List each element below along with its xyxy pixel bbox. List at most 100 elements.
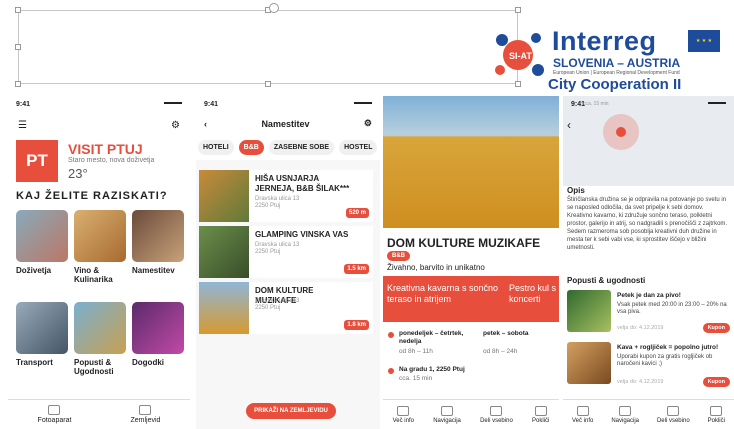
- phone-icon: [710, 405, 723, 416]
- category-badge: B&B: [387, 251, 410, 261]
- explore-heading: KAJ ŽELITE RAZISKATI?: [16, 190, 168, 202]
- nav-map[interactable]: Zemljevid: [130, 405, 161, 424]
- tile-dogodki[interactable]: [132, 302, 184, 354]
- tab-hoteli[interactable]: HOTELI: [198, 140, 234, 155]
- action-more-info[interactable]: Več info: [392, 405, 414, 424]
- signal-icon: [354, 101, 372, 107]
- resize-handle[interactable]: [265, 81, 271, 87]
- status-time: 9:41: [204, 100, 219, 108]
- offer-text: Uporabi kupon za gratis rogljiček ob nar…: [617, 354, 713, 367]
- eu-flag-icon: ★ ★ ★: [688, 30, 720, 52]
- tile-transport[interactable]: [16, 302, 68, 354]
- tile-namestitev[interactable]: [132, 210, 184, 262]
- camera-icon: [48, 405, 61, 415]
- hours-days: petek – sobota: [483, 330, 529, 338]
- rotate-handle[interactable]: [269, 3, 279, 13]
- action-call[interactable]: Pokliči: [532, 405, 550, 424]
- list-item[interactable]: HIŠA USNJARJA JERNEJA, B&B ŠILAK*** Drav…: [199, 170, 373, 222]
- map-distance: cca. 15 min: [583, 101, 609, 107]
- selection-frame[interactable]: [15, 7, 521, 87]
- card-image: [199, 282, 249, 334]
- action-label: Več info: [571, 417, 594, 424]
- card-address: Dravska ulica 13: [255, 298, 300, 304]
- card-title: HIŠA USNJARJA JERNEJA, B&B ŠILAK***: [255, 174, 350, 193]
- coupon-button[interactable]: Kupon: [702, 377, 730, 387]
- resize-handle[interactable]: [15, 44, 21, 50]
- menu-icon[interactable]: ☰: [18, 120, 27, 131]
- tile-label: Popusti & Ugodnosti: [74, 358, 114, 376]
- share-icon: [490, 405, 503, 416]
- venue-distance: cca. 15 min: [399, 375, 433, 382]
- action-share[interactable]: Deli vsebino: [480, 405, 513, 424]
- action-label: Več info: [392, 417, 414, 424]
- resize-handle[interactable]: [515, 7, 521, 13]
- status-time: 9:41: [16, 100, 31, 108]
- action-more-info[interactable]: Več info: [571, 405, 594, 424]
- home-toolbar: ☰ ⚙: [8, 112, 190, 135]
- nav-label: Zemljevid: [130, 417, 161, 424]
- action-navigation[interactable]: Navigacija: [611, 405, 639, 424]
- action-label: Pokliči: [532, 417, 550, 424]
- action-share[interactable]: Deli vsebino: [656, 405, 690, 424]
- promo-text-next: Pestro kul s koncerti: [509, 283, 557, 304]
- hours-time: od 8h – 24h: [483, 348, 518, 355]
- signal-icon: [708, 101, 726, 107]
- venue-title: DOM KULTURE MUZIKAFE: [387, 236, 541, 250]
- accommodation-screen: 9:41 ‹ Namestitev ⚙ HOTELI B&B ZASEBNE S…: [196, 96, 380, 429]
- location-pin-icon: [388, 368, 394, 374]
- action-label: Deli vsebino: [656, 417, 690, 424]
- card-city: 2250 Ptuj: [255, 305, 281, 311]
- action-label: Navigacija: [433, 417, 461, 424]
- filter-icon[interactable]: ⚙: [171, 120, 180, 131]
- tile-label: Namestitev: [132, 266, 175, 275]
- nav-label: Fotoaparat: [37, 417, 72, 424]
- interreg-title: Interreg: [552, 26, 657, 56]
- offer-title: Kava + rogljiček = popolno jutro!: [617, 344, 719, 351]
- filter-icon[interactable]: ⚙: [364, 118, 372, 129]
- navigation-icon: [441, 405, 454, 416]
- navigation-icon: [619, 405, 632, 416]
- promo-carousel[interactable]: Kreativna kavarna s sončno teraso in atr…: [383, 276, 559, 322]
- temperature: 23°: [68, 166, 88, 181]
- show-on-map-button[interactable]: PRIKAŽI NA ZEMLJEVIDU: [246, 403, 336, 419]
- tile-vino[interactable]: [74, 210, 126, 262]
- action-navigation[interactable]: Navigacija: [433, 405, 461, 424]
- venue-detail-screen: DOM KULTURE MUZIKAFE B&B Živahno, barvit…: [383, 96, 559, 429]
- list-item[interactable]: GLAMPING VINSKA VAS Dravska ulica 13 225…: [199, 226, 373, 278]
- eu-flag-stars: ★ ★ ★: [695, 38, 713, 44]
- back-icon[interactable]: ‹: [204, 119, 207, 129]
- tab-zasebne-sobe[interactable]: ZASEBNE SOBE: [268, 140, 335, 155]
- card-city: 2250 Ptuj: [255, 249, 281, 255]
- card-image: [199, 170, 249, 222]
- resize-handle[interactable]: [15, 7, 21, 13]
- description-heading: Opis: [567, 186, 585, 195]
- brand-block: PT VISIT PTUJ Staro mesto, nova doživetj…: [16, 140, 184, 184]
- category-tabs: HOTELI B&B ZASEBNE SOBE HOSTEL: [196, 135, 380, 160]
- bottom-nav: Fotoaparat Zemljevid: [8, 399, 190, 429]
- card-address: Dravska ulica 13: [255, 196, 300, 202]
- venue-tagline: Živahno, barvito in unikatno: [387, 263, 485, 272]
- interreg-logo: SI-AT Interreg ★ ★ ★ SLOVENIA – AUSTRIA …: [490, 24, 730, 96]
- card-city: 2250 Ptuj: [255, 203, 281, 209]
- app-title: VISIT PTUJ: [68, 141, 143, 157]
- si-at-logo-mark: SI-AT: [495, 33, 544, 76]
- action-label: Pokliči: [707, 417, 725, 424]
- back-icon[interactable]: ‹: [567, 118, 571, 132]
- tile-dozivetja[interactable]: [16, 210, 68, 262]
- tile-popusti[interactable]: [74, 302, 126, 354]
- coupon-button[interactable]: Kupon: [702, 323, 730, 333]
- action-call[interactable]: Pokliči: [707, 405, 725, 424]
- offer-image: [567, 290, 611, 332]
- offer-date: velja do: 4.12.2019: [617, 379, 664, 385]
- phone-icon: [534, 405, 547, 416]
- nav-camera[interactable]: Fotoaparat: [37, 405, 72, 424]
- program-country: SLOVENIA – AUSTRIA: [553, 56, 681, 70]
- tab-hostel[interactable]: HOSTEL: [339, 140, 378, 155]
- list-item[interactable]: DOM KULTURE MUZIKAFE Dravska ulica 13 22…: [199, 282, 373, 334]
- resize-handle[interactable]: [15, 81, 21, 87]
- map-icon: [139, 405, 152, 415]
- ptuj-logo: PT: [16, 140, 58, 182]
- share-icon: [667, 405, 680, 416]
- tab-bb[interactable]: B&B: [238, 140, 264, 155]
- logo-mark-text: SI-AT: [509, 51, 532, 61]
